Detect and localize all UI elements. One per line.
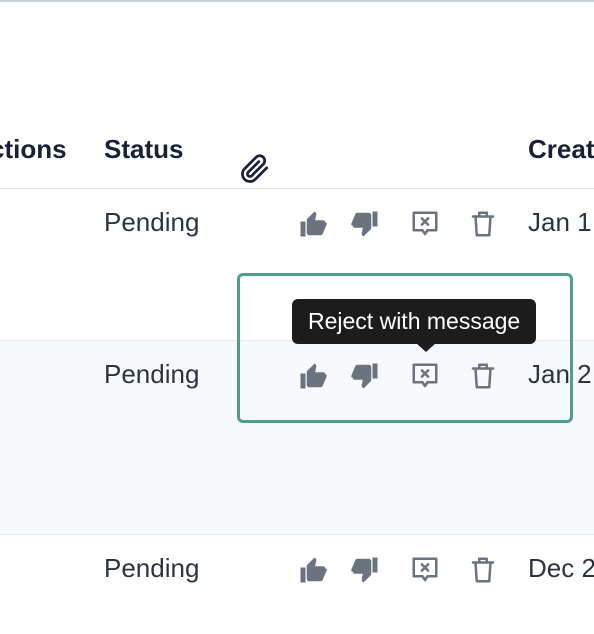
column-header-created[interactable]: Creat [528, 110, 594, 188]
paperclip-icon[interactable] [240, 136, 270, 183]
thumbs-down-icon[interactable] [348, 359, 382, 393]
tooltip-arrow [416, 343, 436, 352]
message-reject-icon[interactable] [408, 553, 442, 587]
table-header-row: ctions Status Creat [0, 110, 594, 189]
approvals-table-view: ctions Status Creat Pending Jan 1 [0, 0, 594, 634]
created-cell: Jan 1 [528, 207, 592, 237]
status-cell: Pending [104, 359, 200, 389]
table-row: Pending Dec 2 [0, 535, 594, 634]
thumbs-down-icon[interactable] [348, 553, 382, 587]
created-cell: Dec 2 [528, 553, 594, 583]
trash-icon[interactable] [466, 207, 500, 241]
table-row: Pending Jan 2 [0, 341, 594, 535]
trash-icon[interactable] [466, 359, 500, 393]
thumbs-up-icon[interactable] [296, 207, 330, 241]
reject-with-message-tooltip: Reject with message [292, 299, 537, 344]
column-header-actions[interactable]: ctions [0, 110, 67, 188]
top-divider [0, 0, 594, 2]
thumbs-up-icon[interactable] [296, 359, 330, 393]
thumbs-up-icon[interactable] [296, 553, 330, 587]
column-header-status[interactable]: Status [104, 110, 183, 188]
status-cell: Pending [104, 207, 200, 237]
created-cell: Jan 2 [528, 359, 592, 389]
status-cell: Pending [104, 553, 200, 583]
thumbs-down-icon[interactable] [348, 207, 382, 241]
message-reject-icon[interactable] [408, 207, 442, 241]
message-reject-icon[interactable] [408, 359, 442, 393]
trash-icon[interactable] [466, 553, 500, 587]
